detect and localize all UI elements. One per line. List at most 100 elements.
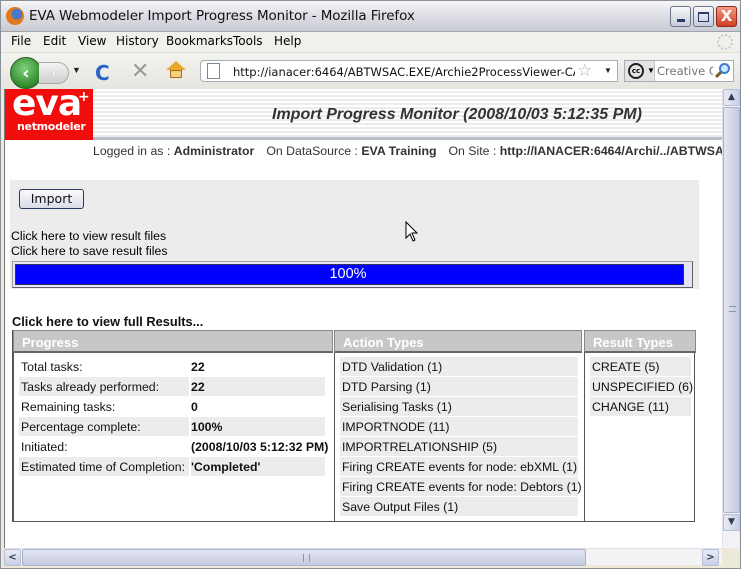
action-type-row-text: DTD Parsing (1) [342,380,431,394]
progress-value: 22 [191,380,205,394]
menu-file[interactable]: File [11,34,31,48]
progress-rows: Total tasks: 22 Tasks already performed: 22… [13,353,328,521]
creative-commons-icon: cc [628,63,644,79]
menu-help[interactable]: Help [274,34,301,48]
maximize-button[interactable] [693,6,714,27]
progress-label: Tasks already performed: [21,380,160,394]
navigation-toolbar: ‹ › ▼ C ✕ http://ianacer:6464/ABTWSAC.EX… [1,52,740,89]
action-type-row-text: DTD Validation (1) [342,360,443,374]
import-panel: Import Click here to view result files C… [10,180,699,289]
throbber-icon [717,34,733,50]
result-type-row-text: CREATE (5) [592,360,660,374]
vertical-scroll-thumb[interactable] [723,107,740,513]
window-title: EVA Webmodeler Import Progress Monitor -… [29,8,415,24]
back-button[interactable]: ‹ [10,57,42,89]
action-type-row-text: IMPORTNODE (11) [342,420,450,434]
view-full-results-link[interactable]: Click here to view full Results... [12,314,203,329]
action-type-row-text: Save Output Files (1) [342,500,459,514]
progress-row: Total tasks: 22 [19,357,325,376]
action-type-row-text: IMPORTRELATIONSHIP (5) [342,440,498,454]
url-dropdown-icon[interactable]: ▼ [604,66,612,75]
menu-tools[interactable]: Tools [233,34,263,48]
scroll-up-button[interactable]: ▲ [723,89,740,106]
menu-bar: File Edit View History Bookmarks Tools H… [1,32,740,52]
eva-logo: eva + netmodeler [5,89,93,140]
page-icon [207,63,220,79]
reload-icon[interactable]: C [95,61,110,85]
home-icon[interactable] [166,61,186,79]
progress-value: 0 [191,400,198,414]
forward-button[interactable]: › [39,62,69,84]
logged-in-label: Logged in as : [93,144,174,158]
logo-text: eva [12,89,82,124]
result-type-row: CREATE (5) [590,357,691,376]
progress-column: Progress Total tasks: 22 Tasks already per… [13,330,333,521]
scroll-left-button[interactable]: < [4,549,21,566]
view-result-files-link[interactable]: Click here to view result files [11,229,166,243]
horizontal-scroll-thumb[interactable] [22,549,586,566]
horizontal-scrollbar[interactable]: < > [4,548,722,566]
search-icon[interactable] [714,62,731,79]
scroll-right-button[interactable]: > [702,549,719,566]
forward-arrow-icon: › [50,65,57,81]
menu-view[interactable]: View [78,34,106,48]
maximize-icon [698,11,709,22]
progress-label: Remaining tasks: [21,400,116,414]
import-button[interactable]: Import [19,189,84,209]
progress-label: Total tasks: [21,360,83,374]
scroll-down-button[interactable]: ▼ [723,514,740,531]
logo-plus: + [78,89,90,105]
progress-bar: 100% [12,261,693,288]
progress-row: Tasks already performed: 22 [19,377,325,396]
minimize-icon [676,19,685,22]
title-bar: EVA Webmodeler Import Progress Monitor -… [1,1,740,32]
browser-window: EVA Webmodeler Import Progress Monitor -… [0,0,741,569]
progress-value: (2008/10/03 5:12:32 PM) [191,440,329,454]
url-text[interactable]: http://ianacer:6464/ABTWSAC.EXE/Archie2P… [233,65,575,79]
address-bar[interactable]: http://ianacer:6464/ABTWSAC.EXE/Archie2P… [200,60,618,82]
menu-edit[interactable]: Edit [43,34,66,48]
action-type-row: Serialising Tasks (1) [340,397,578,416]
action-type-row: IMPORTNODE (11) [340,417,578,436]
menu-bookmarks[interactable]: Bookmarks [166,34,233,48]
action-type-row: DTD Parsing (1) [340,377,578,396]
result-types-heading: Result Types [584,330,696,353]
action-type-row: Firing CREATE events for node: ebXML (1) [340,457,578,476]
site-label: On Site : [448,144,500,158]
search-bar: cc ▼ [624,60,734,82]
action-type-row: IMPORTRELATIONSHIP (5) [340,437,578,456]
action-types-column: Action Types DTD Validation (1) DTD Parsi… [334,330,582,521]
back-arrow-icon: ‹ [22,62,30,84]
results-table: Progress Total tasks: 22 Tasks already per… [12,330,696,522]
action-type-row-text: Serialising Tasks (1) [342,400,452,414]
close-button[interactable]: X [716,6,737,27]
page-content: eva + netmodeler Import Progress Monitor… [4,89,722,548]
engine-dropdown-icon: ▼ [647,66,655,75]
minimize-button[interactable] [670,6,691,27]
progress-label: Initiated: [21,440,68,454]
scrollbar-corner [722,548,739,565]
page-title: Import Progress Monitor (2008/10/03 5:12… [272,106,642,123]
result-type-row-text: UNSPECIFIED (6) [592,380,694,394]
search-engine-button[interactable]: cc ▼ [625,61,655,81]
page-header: eva + netmodeler Import Progress Monitor… [5,89,722,140]
result-type-row: UNSPECIFIED (6) [590,377,694,396]
session-info: Logged in as : Administrator On DataSourc… [93,144,722,158]
search-input[interactable] [657,63,713,79]
progress-heading: Progress [13,330,333,353]
progress-text: 100% [329,266,367,282]
action-type-row: Firing CREATE events for node: Debtors (… [340,477,582,496]
progress-row: Initiated: (2008/10/03 5:12:32 PM) [19,437,329,456]
stop-icon[interactable]: ✕ [131,59,149,84]
menu-history[interactable]: History [116,34,159,48]
firefox-icon [6,7,24,25]
vertical-scrollbar[interactable]: ▲ ▼ [722,89,740,548]
action-type-row: DTD Validation (1) [340,357,578,376]
datasource-label: On DataSource : [266,144,362,158]
history-dropdown-icon[interactable]: ▼ [72,65,81,75]
save-result-files-link[interactable]: Click here to save result files [11,244,168,258]
progress-label: Estimated time of Completion: [21,460,186,474]
result-type-row-text: CHANGE (11) [592,400,669,414]
action-type-row-text: Firing CREATE events for node: ebXML (1) [342,460,578,474]
bookmark-star-icon[interactable]: ☆ [577,61,592,81]
